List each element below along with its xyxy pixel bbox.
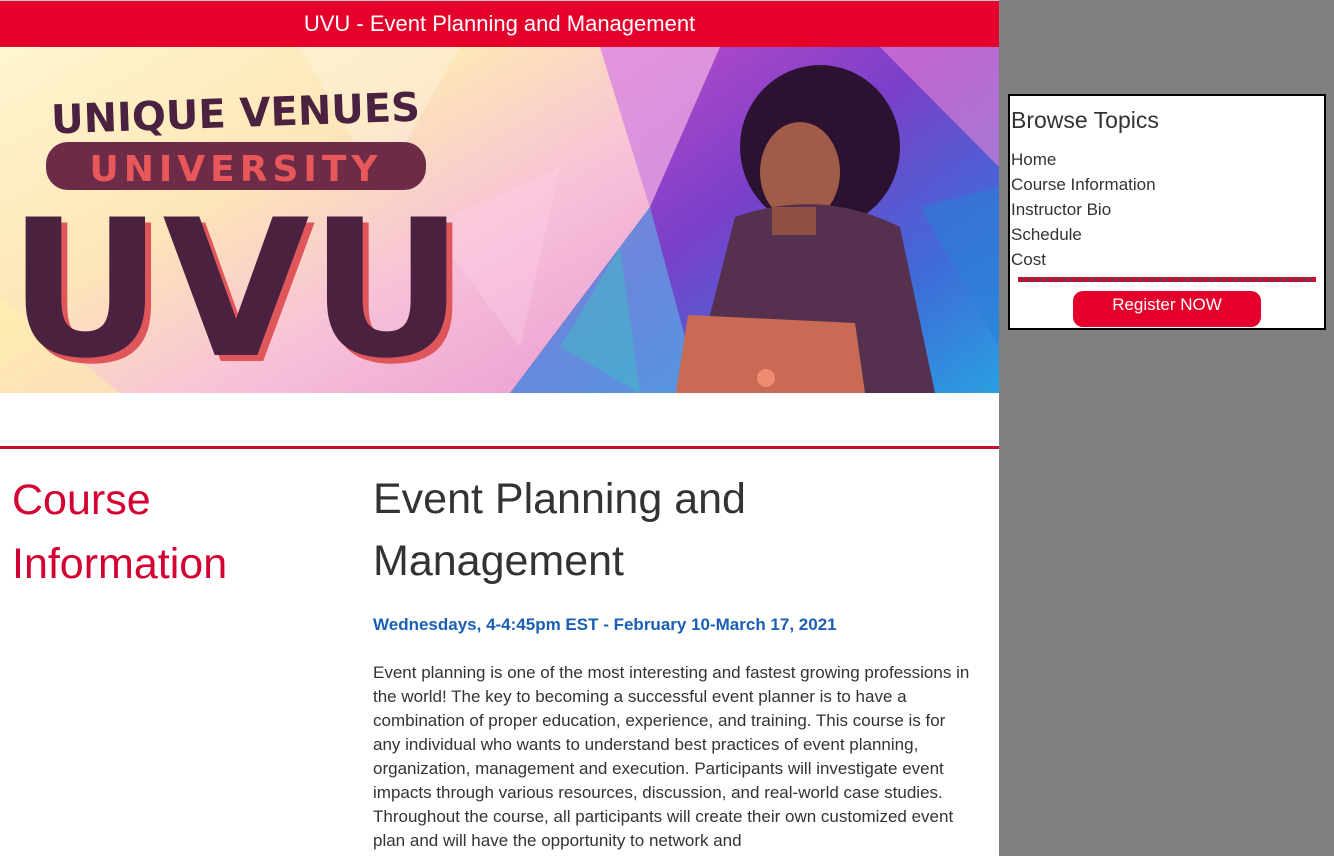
- course-schedule: Wednesdays, 4-4:45pm EST - February 10-M…: [373, 615, 837, 634]
- nav-link-schedule[interactable]: Schedule: [1011, 222, 1156, 247]
- course-description: Event planning is one of the most intere…: [373, 663, 970, 850]
- sidebar-divider: [1018, 277, 1316, 282]
- main-content: UVU - Event Planning and Management UNIQ…: [0, 0, 999, 856]
- nav-link-course-information[interactable]: Course Information: [1011, 172, 1156, 197]
- nav-link-home[interactable]: Home: [1011, 147, 1156, 172]
- sidebar-title: Browse Topics: [1011, 107, 1159, 133]
- svg-text:UVU: UVU: [8, 179, 464, 393]
- nav-link-cost[interactable]: Cost: [1011, 247, 1156, 272]
- section-heading: Course Information: [12, 476, 228, 588]
- course-title: Event Planning and Management: [373, 475, 746, 585]
- page-header-title: UVU - Event Planning and Management: [0, 0, 999, 47]
- browse-topics-sidebar: Browse Topics Home Course Information In…: [1008, 94, 1326, 330]
- section-divider: [0, 446, 999, 449]
- register-now-button[interactable]: Register NOW: [1073, 291, 1261, 327]
- nav-link-instructor-bio[interactable]: Instructor Bio: [1011, 197, 1156, 222]
- topics-nav: Home Course Information Instructor Bio S…: [1011, 147, 1156, 272]
- hero-banner-image: UNIQUE VENUES UNIVERSITY UVU UVU: [0, 47, 999, 393]
